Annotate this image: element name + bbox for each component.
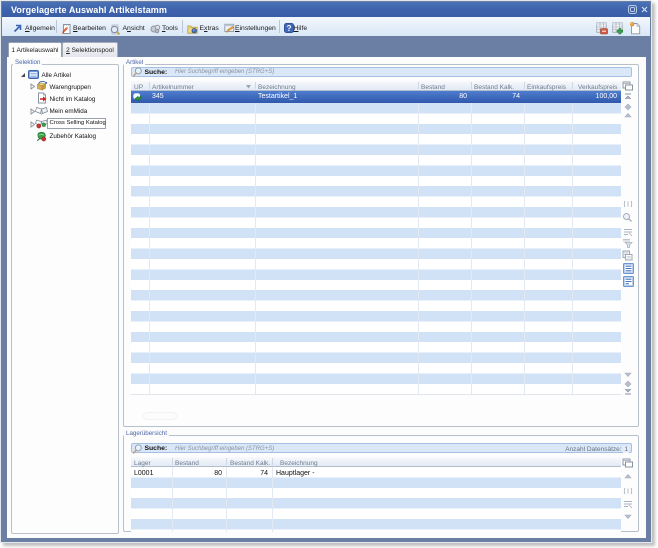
svg-text:?: ?	[286, 24, 291, 33]
